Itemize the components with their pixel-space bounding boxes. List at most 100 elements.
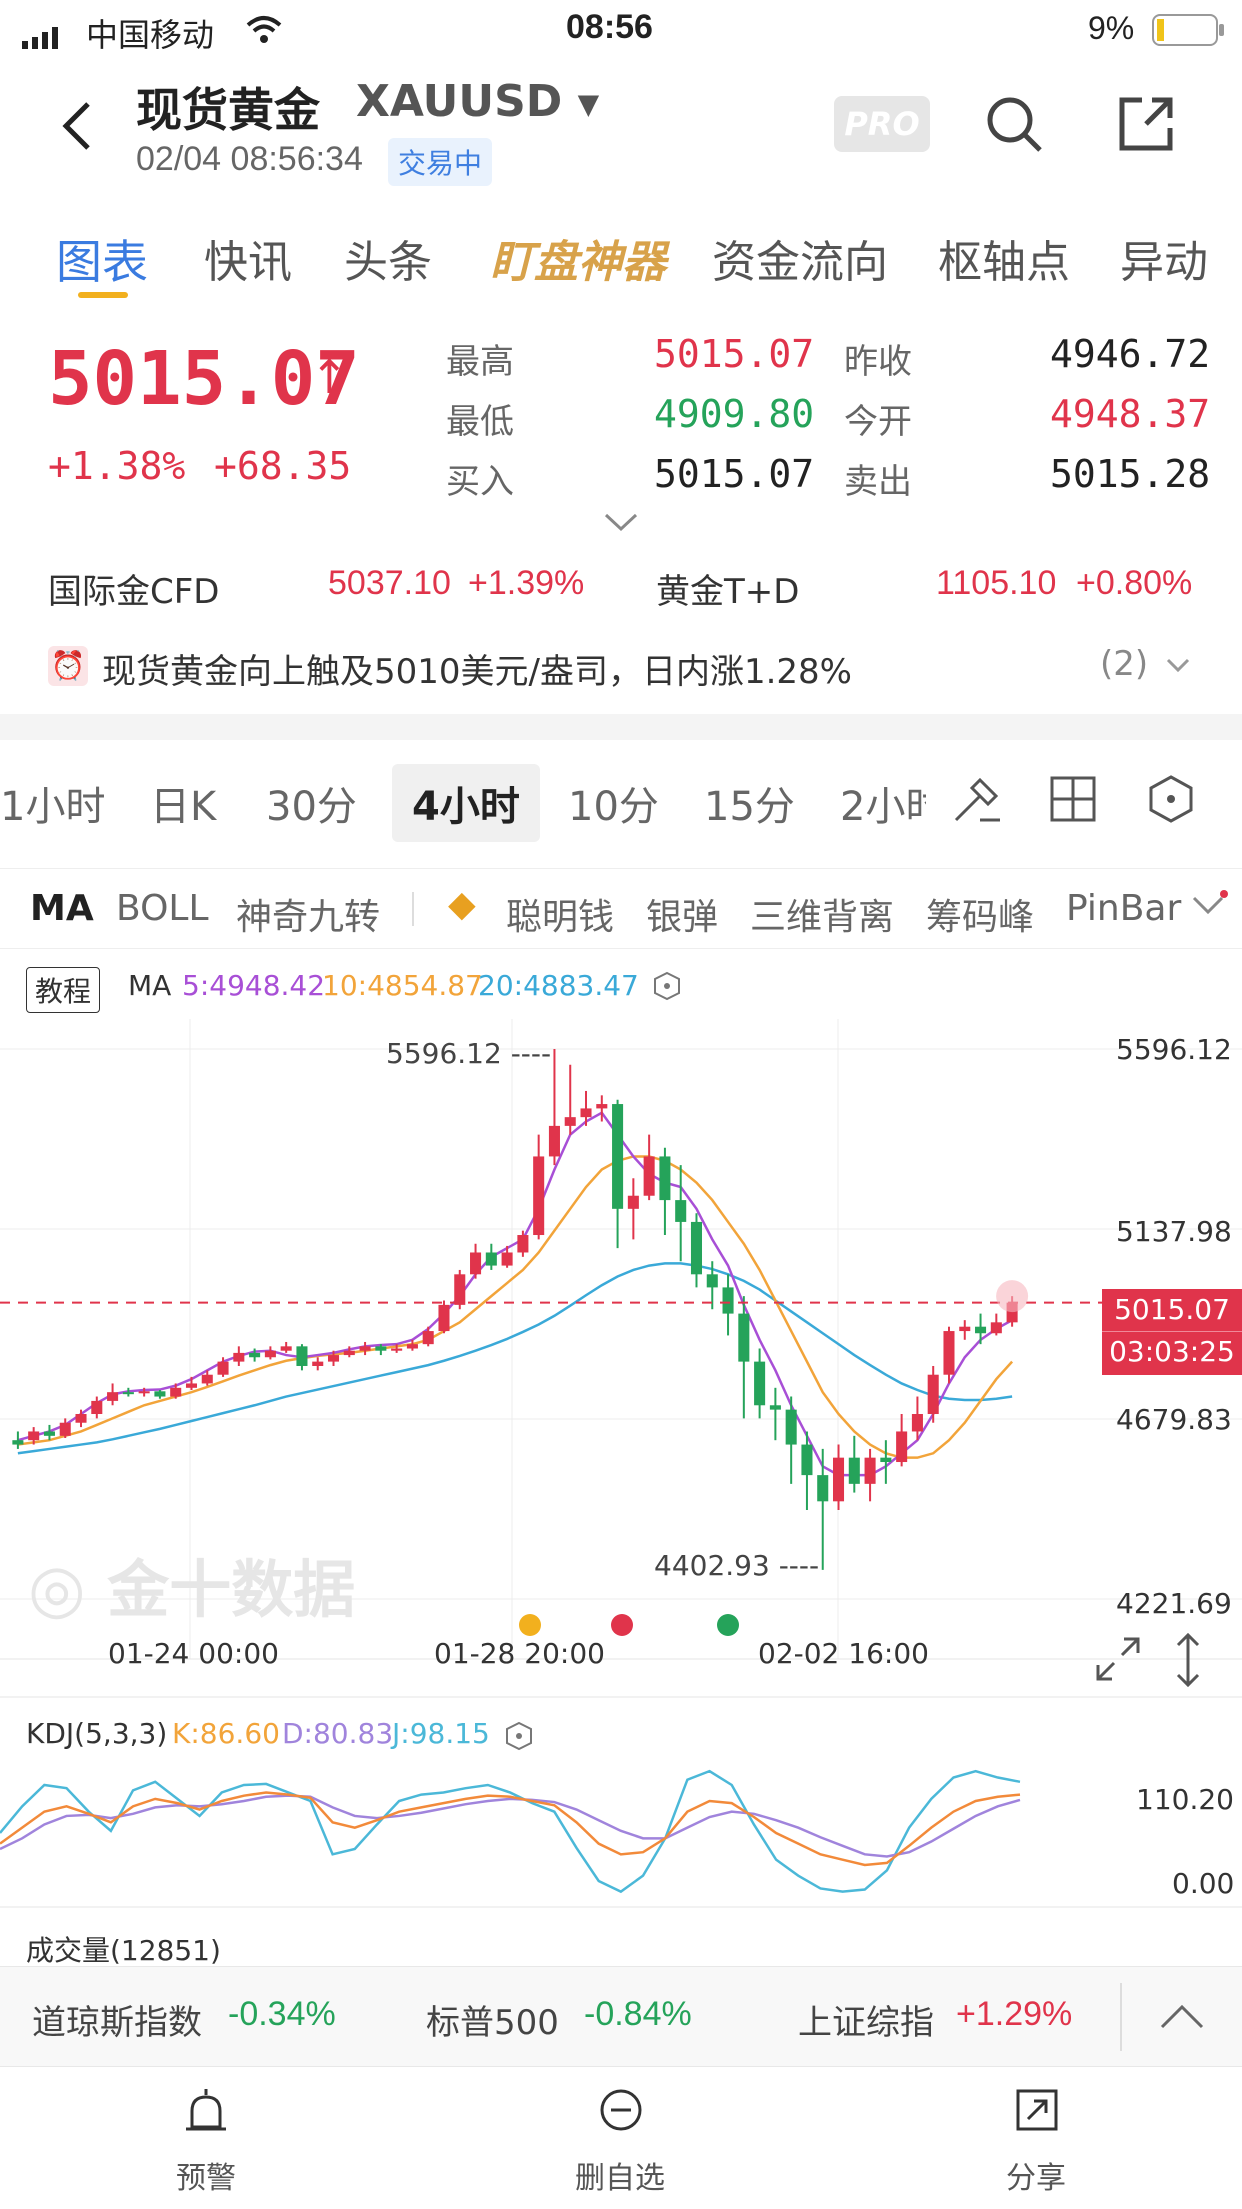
fullscreen-icon[interactable] (1094, 1635, 1142, 1683)
period-2h[interactable]: 2小时 (840, 774, 926, 832)
indicator-pinbar[interactable]: PinBar (1066, 888, 1184, 929)
indicator-silver-bullet[interactable]: 银弹 (646, 888, 718, 940)
bottom-action-bar: 预警 删自选 分享 (0, 2066, 1242, 2209)
bid-label: 买入 (446, 462, 514, 502)
chevron-up-icon[interactable] (1158, 2003, 1206, 2031)
ma5-value: 5:4948.42 (182, 969, 326, 1002)
candle-body (564, 1117, 576, 1126)
indicator-ma[interactable]: MA (30, 888, 94, 929)
indicator-td-sequential[interactable]: 神奇九转 (236, 888, 380, 940)
alert-text: 现货黄金向上触及5010美元/盎司，日内涨1.28% (102, 652, 852, 692)
indicator-smart-money[interactable]: 聪明钱 (506, 888, 614, 940)
settings-hexagon-icon[interactable] (504, 1721, 534, 1751)
candle-body (391, 1348, 403, 1351)
share-icon[interactable] (1116, 94, 1176, 158)
tab-news-flash[interactable]: 快讯 (204, 226, 292, 290)
candle-body (296, 1346, 308, 1366)
candle-body (785, 1409, 797, 1445)
carrier-label: 中国移动 (86, 16, 215, 54)
symbol-selector[interactable]: XAUUSD ▼ (356, 76, 599, 127)
open-value: 4948.37 (1050, 392, 1211, 436)
period-daily[interactable]: 日K (150, 774, 216, 832)
candle-body (896, 1431, 908, 1463)
candle-countdown: 03:03:25 (1102, 1331, 1242, 1372)
alarm-icon (186, 2089, 226, 2131)
candle-body (43, 1431, 55, 1436)
price-alert-banner[interactable]: ⏰ 现货黄金向上触及5010美元/盎司，日内涨1.28% (2) (48, 640, 1208, 696)
pro-button[interactable]: PRO (834, 96, 930, 152)
tab-fund-flow[interactable]: 资金流向 (712, 226, 888, 290)
search-icon[interactable] (984, 92, 1044, 160)
change-amount: +68.35 (214, 444, 352, 488)
ma5-line (17, 1111, 1013, 1477)
candle-body (706, 1274, 718, 1288)
indicator-expand-button[interactable] (1190, 890, 1230, 924)
divider-bar (412, 892, 414, 926)
tab-headlines[interactable]: 头条 (344, 226, 432, 290)
period-10m[interactable]: 10分 (568, 774, 659, 832)
td-percent: +0.80% (1076, 564, 1193, 602)
candle-body (880, 1457, 892, 1463)
candle-body (990, 1322, 1002, 1334)
settings-hexagon-icon[interactable] (652, 971, 682, 1001)
period-high-marker: 5596.12 ---- (386, 1037, 552, 1070)
period-15m[interactable]: 15分 (704, 774, 795, 832)
tab-pivot-points[interactable]: 枢轴点 (938, 226, 1070, 290)
td-label[interactable]: 黄金T+D (656, 564, 799, 613)
candle-body (422, 1331, 434, 1345)
high-label: 最高 (446, 342, 514, 382)
ticker-name-dow: 道琼斯指数 (32, 2003, 202, 2043)
tab-movers[interactable]: 异动 (1120, 226, 1208, 290)
brand-mark-icon: ◎ (28, 1550, 86, 1627)
layout-grid-icon[interactable] (1050, 776, 1096, 826)
period-1h[interactable]: 1小时 (0, 774, 105, 832)
vertical-scale-icon[interactable] (1170, 1633, 1206, 1687)
candle-body (154, 1391, 166, 1397)
tutorial-button[interactable]: 教程 (26, 967, 101, 1013)
candle-body (817, 1475, 829, 1502)
wifi-icon (244, 14, 284, 54)
back-button[interactable] (48, 96, 108, 156)
index-ticker-bar[interactable]: 道琼斯指数 -0.34% 标普500 -0.84% 上证综指 +1.29% (0, 1966, 1242, 2067)
indicator-chip-peak[interactable]: 筹码峰 (926, 888, 1034, 940)
share-action-button[interactable]: 分享 (936, 2087, 1136, 2197)
candle-body (327, 1355, 340, 1362)
ticker-name-sp500: 标普500 (426, 2003, 559, 2043)
candle-body (122, 1392, 134, 1395)
signal-icon (22, 18, 64, 58)
open-label: 今开 (844, 402, 912, 442)
candle-body (201, 1374, 213, 1384)
minus-circle-icon (600, 2089, 642, 2131)
candle-body (264, 1350, 276, 1358)
kdj-label: KDJ(5,3,3) (26, 1717, 168, 1750)
candle-body (675, 1200, 687, 1222)
candlestick-chart[interactable] (0, 949, 1242, 1969)
chevron-down-icon (1192, 890, 1228, 915)
draw-tool-icon[interactable] (950, 774, 1002, 830)
period-4h[interactable]: 4小时 (392, 764, 540, 842)
expand-quote-button[interactable] (604, 512, 638, 536)
indicator-3d-divergence[interactable]: 三维背离 (750, 888, 894, 940)
indicator-boll[interactable]: BOLL (116, 888, 209, 929)
y-label-2: 5137.98 (1116, 1215, 1232, 1248)
candle-body (911, 1414, 923, 1432)
chart-area[interactable]: 教程 MA 5:4948.42 10:4854.87 20:4883.47 55… (0, 948, 1242, 1969)
candle-body (233, 1352, 245, 1362)
cfd-label[interactable]: 国际金CFD (48, 564, 219, 613)
alert-action-label: 预警 (176, 2161, 236, 2196)
alarm-icon: ⏰ (48, 646, 88, 686)
tab-chart[interactable]: 图表 (56, 226, 148, 292)
candle-body (801, 1444, 813, 1476)
settings-hexagon-icon[interactable] (1146, 774, 1196, 828)
candle-body (943, 1331, 955, 1375)
tab-watch-tool[interactable]: 盯盘神器 (490, 226, 666, 290)
caret-down-icon: ▼ (577, 87, 600, 121)
period-30m[interactable]: 30分 (266, 774, 357, 832)
volume-label: 成交量(12851) (26, 1934, 221, 1967)
candle-body (596, 1104, 608, 1109)
change-percent: +1.38% (48, 444, 186, 488)
alert-action-button[interactable]: 预警 (106, 2087, 306, 2197)
remove-watchlist-button[interactable]: 删自选 (520, 2087, 720, 2197)
candle-body (848, 1457, 860, 1484)
candle-body (185, 1383, 198, 1388)
